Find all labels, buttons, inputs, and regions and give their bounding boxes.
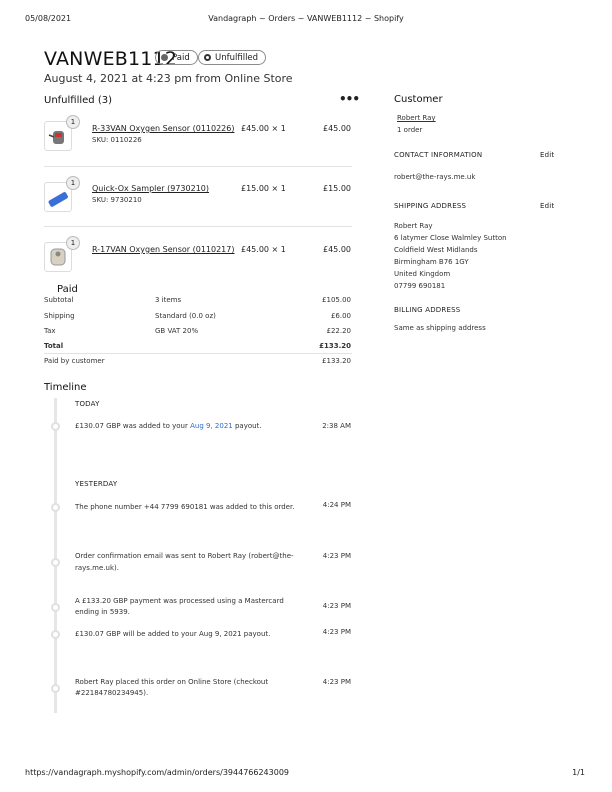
item-link[interactable]: R-17VAN Oxygen Sensor (0110217): [92, 245, 234, 254]
timeline-event: Order confirmation email was sent to Rob…: [75, 552, 294, 560]
timeline-time: 2:38 AM: [322, 422, 351, 430]
divider: [44, 166, 352, 167]
customer-order-count[interactable]: 1 order: [397, 125, 422, 135]
timeline-event-cont: ending in 5939.: [75, 608, 130, 616]
quantity-badge: 1: [66, 176, 80, 190]
total-label: Total: [44, 342, 64, 350]
print-title: Vandagraph ~ Orders ~ VANWEB1112 ~ Shopi…: [208, 14, 404, 23]
customer-email[interactable]: robert@the-rays.me.uk: [394, 172, 475, 182]
item-total: £45.00: [323, 245, 351, 254]
timeline-dot: [51, 684, 60, 693]
subtotal-detail: 3 items: [155, 296, 182, 304]
address-phone: 07799 690181: [394, 282, 446, 290]
timeline-event: £130.07 GBP was added to your Aug 9, 202…: [75, 422, 262, 430]
unfulfilled-heading: Unfulfilled (3): [44, 95, 112, 106]
item-price: £15.00 × 1: [241, 184, 286, 193]
address-line: Robert Ray: [394, 222, 433, 230]
timeline-time: 4:23 PM: [322, 602, 351, 610]
item-sku: SKU: 0110226: [92, 136, 142, 144]
shipping-detail: Standard (0.0 oz): [155, 312, 216, 320]
paid-by-customer-label: Paid by customer: [44, 357, 105, 365]
paid-by-customer-amount: £133.20: [322, 357, 351, 365]
tax-label: Tax: [44, 327, 56, 335]
payout-link[interactable]: Aug 9, 2021: [190, 422, 233, 430]
customer-heading: Customer: [394, 94, 443, 105]
more-actions-icon[interactable]: •••: [339, 92, 360, 106]
timeline-event: £130.07 GBP will be added to your Aug 9,…: [75, 630, 271, 638]
subtotal-label: Subtotal: [44, 296, 74, 304]
item-sku: SKU: 9730210: [92, 196, 142, 204]
divider: [44, 226, 352, 227]
quantity-badge: 1: [66, 236, 80, 250]
address-line: 6 latymer Close Walmley Sutton: [394, 234, 507, 242]
timeline-dot: [51, 503, 60, 512]
timeline-dot: [51, 422, 60, 431]
shipping-label: Shipping: [44, 312, 75, 320]
timeline-date-today: TODAY: [75, 400, 100, 408]
item-link[interactable]: R-33VAN Oxygen Sensor (0110226): [92, 124, 234, 133]
timeline-line: [54, 398, 57, 713]
unfulfilled-badge: Unfulfilled: [198, 50, 267, 65]
customer-name-link[interactable]: Robert Ray: [397, 113, 436, 123]
timeline-event-cont: rays.me.uk).: [75, 564, 119, 572]
order-subtitle: August 4, 2021 at 4:23 pm from Online St…: [44, 72, 293, 85]
print-url: https://vandagraph.myshopify.com/admin/o…: [25, 768, 290, 777]
payment-heading: Paid: [57, 284, 78, 295]
print-page: 1/1: [572, 768, 585, 777]
timeline-event: Robert Ray placed this order on Online S…: [75, 678, 269, 686]
billing-address-value: Same as shipping address: [394, 324, 486, 332]
item-price: £45.00 × 1: [241, 245, 286, 254]
address-line: United Kingdom: [394, 270, 451, 278]
divider: [44, 353, 352, 354]
timeline-dot: [51, 603, 60, 612]
timeline-date-yesterday: YESTERDAY: [75, 480, 118, 488]
timeline-time: 4:24 PM: [322, 501, 351, 509]
tax-detail: GB VAT 20%: [155, 327, 199, 335]
item-link[interactable]: Quick-Ox Sampler (9730210): [92, 184, 209, 193]
item-price: £45.00 × 1: [241, 124, 286, 133]
timeline-dot: [51, 558, 60, 567]
quantity-badge: 1: [66, 115, 80, 129]
unfulfilled-status-icon: [204, 54, 211, 61]
address-line: Coldfield West Midlands: [394, 246, 478, 254]
shipping-address-heading: SHIPPING ADDRESS: [394, 202, 467, 210]
shipping-amount: £6.00: [330, 312, 351, 320]
tax-amount: £22.20: [326, 327, 352, 335]
timeline-time: 4:23 PM: [322, 628, 351, 636]
item-total: £15.00: [323, 184, 351, 193]
timeline-event: The phone number +44 7799 690181 was add…: [75, 503, 295, 511]
paid-status-icon: [161, 54, 168, 61]
timeline-event: A £133.20 GBP payment was processed usin…: [75, 597, 284, 605]
billing-address-heading: BILLING ADDRESS: [394, 306, 461, 314]
timeline-dot: [51, 630, 60, 639]
edit-contact-button[interactable]: Edit: [540, 151, 554, 159]
timeline-time: 4:23 PM: [322, 678, 351, 686]
contact-heading: CONTACT INFORMATION: [394, 151, 483, 159]
timeline-event-cont: #22184780234945).: [75, 689, 149, 697]
edit-shipping-button[interactable]: Edit: [540, 202, 554, 210]
item-total: £45.00: [323, 124, 351, 133]
paid-badge: Paid: [155, 50, 198, 65]
address-line: Birmingham B76 1GY: [394, 258, 469, 266]
total-amount: £133.20: [319, 342, 351, 350]
subtotal-amount: £105.00: [322, 296, 351, 304]
timeline-heading: Timeline: [44, 382, 87, 393]
timeline-time: 4:23 PM: [322, 552, 351, 560]
